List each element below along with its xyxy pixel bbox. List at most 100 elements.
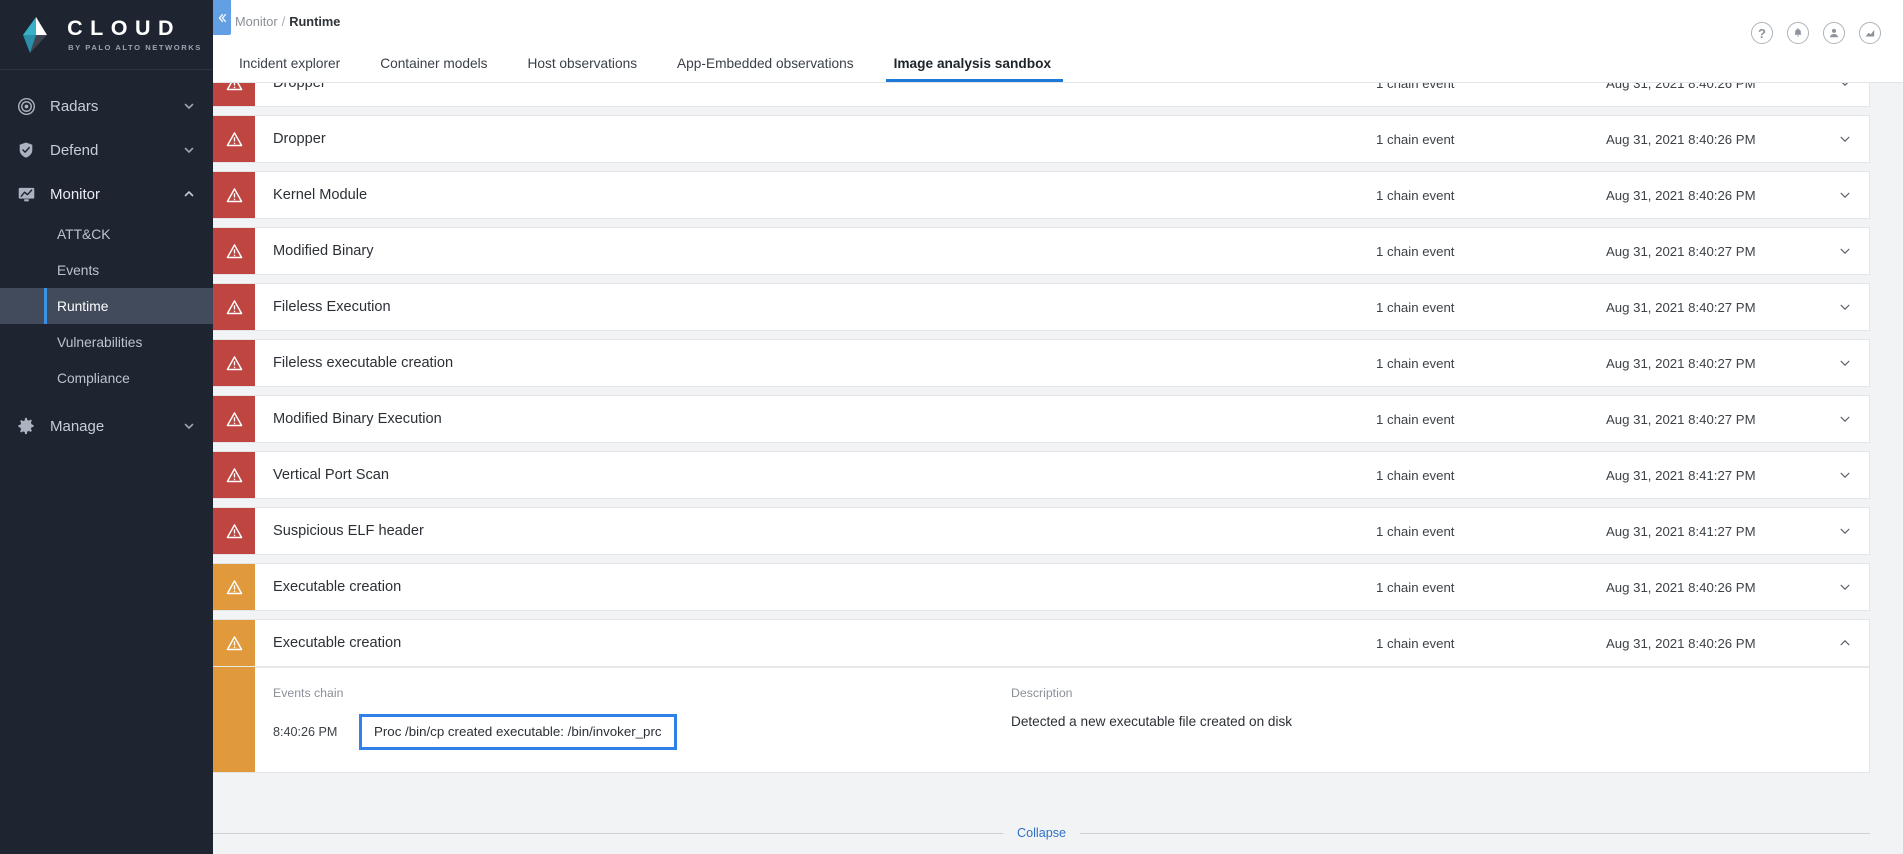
collapse-all-link[interactable]: Collapse [1003, 826, 1080, 840]
severity-indicator-high-continuation [213, 667, 255, 772]
chevron-down-icon[interactable] [1821, 340, 1869, 386]
tab-app-embedded-observations[interactable]: App-Embedded observations [657, 56, 874, 82]
tab-incident-explorer[interactable]: Incident explorer [235, 56, 360, 82]
severity-indicator-critical [213, 284, 255, 330]
table-row-wrapper: Dropper 1 chain event Aug 31, 2021 8:40:… [213, 115, 1870, 163]
severity-indicator-critical [213, 172, 255, 218]
description-label: Description [1011, 686, 1073, 700]
sidebar: CLOUD BY PALO ALTO NETWORKS Radars Defen… [0, 0, 231, 854]
brand-title: CLOUD [67, 16, 182, 41]
shield-icon [16, 140, 36, 160]
breadcrumb-parent[interactable]: Monitor [235, 14, 278, 29]
table-row[interactable]: Fileless Execution 1 chain event Aug 31,… [213, 283, 1870, 331]
sidebar-item-label: Monitor [50, 185, 101, 203]
row-chain-event-count: 1 chain event [1376, 243, 1455, 259]
table-row[interactable]: Dropper 1 chain event Aug 31, 2021 8:40:… [213, 115, 1870, 163]
sidebar-item-runtime[interactable]: Runtime [0, 288, 213, 324]
row-title: Dropper [273, 83, 326, 91]
row-title: Suspicious ELF header [273, 523, 424, 539]
warning-triangle-icon [225, 522, 244, 541]
warning-triangle-icon [225, 634, 244, 653]
row-chain-event-count: 1 chain event [1376, 355, 1455, 371]
table-row[interactable]: Suspicious ELF header 1 chain event Aug … [213, 507, 1870, 555]
notifications-bell-icon[interactable] [1787, 22, 1809, 44]
severity-indicator-critical [213, 396, 255, 442]
table-row[interactable]: Dropper 1 chain event Aug 31, 2021 8:40:… [213, 83, 1870, 107]
chevron-down-icon[interactable] [1821, 284, 1869, 330]
chain-event-node[interactable]: Proc /bin/cp created executable: /bin/in… [359, 714, 677, 750]
row-title: Kernel Module [273, 187, 368, 203]
chevron-down-icon[interactable] [183, 144, 195, 156]
chevron-down-icon[interactable] [1821, 172, 1869, 218]
analytics-icon[interactable] [1859, 22, 1881, 44]
sidebar-item-defend[interactable]: Defend [0, 128, 213, 172]
sidebar-item-vulnerabilities[interactable]: Vulnerabilities [0, 324, 213, 360]
table-row[interactable]: Kernel Module 1 chain event Aug 31, 2021… [213, 171, 1870, 219]
sidebar-item-attck[interactable]: ATT&CK [0, 216, 213, 252]
chevron-down-icon[interactable] [1821, 508, 1869, 554]
sidebar-subitem-label: Runtime [57, 298, 109, 314]
table-row[interactable]: Vertical Port Scan 1 chain event Aug 31,… [213, 451, 1870, 499]
help-icon[interactable]: ? [1751, 22, 1773, 44]
chain-event-time: 8:40:26 PM [273, 725, 338, 739]
prisma-diamond-logo-icon [17, 15, 55, 55]
severity-indicator-critical [213, 340, 255, 386]
top-icon-bar: ? [1751, 22, 1881, 44]
row-detail-body: Events chain 8:40:26 PM Proc /bin/cp cre… [255, 667, 1869, 772]
tab-image-analysis-sandbox[interactable]: Image analysis sandbox [874, 56, 1071, 82]
chevron-down-icon[interactable] [1821, 452, 1869, 498]
chevron-down-icon[interactable] [1821, 83, 1869, 106]
row-timestamp: Aug 31, 2021 8:40:26 PM [1606, 131, 1756, 147]
table-row[interactable]: Modified Binary Execution 1 chain event … [213, 395, 1870, 443]
row-timestamp: Aug 31, 2021 8:40:27 PM [1606, 355, 1756, 371]
table-row[interactable]: Fileless executable creation 1 chain eve… [213, 339, 1870, 387]
warning-triangle-icon [225, 130, 244, 149]
row-timestamp: Aug 31, 2021 8:40:26 PM [1606, 635, 1756, 651]
user-account-icon[interactable] [1823, 22, 1845, 44]
events-chain-item: 8:40:26 PM Proc /bin/cp created executab… [273, 714, 995, 750]
sidebar-item-events[interactable]: Events [0, 252, 213, 288]
chevron-down-icon[interactable] [1821, 564, 1869, 610]
table-row-wrapper: Fileless Execution 1 chain event Aug 31,… [213, 283, 1870, 331]
sidebar-nav: Radars Defend Monitor ATT&CK Events Runt… [0, 70, 213, 448]
chevron-down-icon[interactable] [183, 420, 195, 432]
breadcrumb: Monitor / Runtime [235, 14, 340, 29]
severity-indicator-critical [213, 83, 255, 106]
chevron-up-icon[interactable] [183, 188, 195, 200]
sidebar-item-compliance[interactable]: Compliance [0, 360, 213, 396]
row-chain-event-count: 1 chain event [1376, 467, 1455, 483]
table-row-wrapper: Modified Binary 1 chain event Aug 31, 20… [213, 227, 1870, 275]
sidebar-item-monitor[interactable]: Monitor [0, 172, 213, 216]
app-root: CLOUD BY PALO ALTO NETWORKS Radars Defen… [0, 0, 1903, 854]
description-column: Description Detected a new executable fi… [995, 686, 1869, 750]
breadcrumb-current: Runtime [289, 14, 341, 29]
chevron-up-icon[interactable] [1821, 620, 1869, 666]
row-title: Modified Binary Execution [273, 411, 442, 427]
events-chain-label: Events chain [273, 686, 344, 700]
collapse-all-bar: Collapse [213, 826, 1871, 840]
table-row[interactable]: Modified Binary 1 chain event Aug 31, 20… [213, 227, 1870, 275]
row-title: Executable creation [273, 579, 402, 595]
sidebar-collapse-toggle[interactable] [213, 0, 231, 35]
table-row[interactable]: Executable creation 1 chain event Aug 31… [213, 563, 1870, 611]
severity-indicator-critical [213, 228, 255, 274]
table-row[interactable]: Executable creation 1 chain event Aug 31… [213, 619, 1870, 667]
table-row-wrapper: Modified Binary Execution 1 chain event … [213, 395, 1870, 443]
severity-indicator-critical [213, 508, 255, 554]
sidebar-item-manage[interactable]: Manage [0, 404, 213, 448]
row-chain-event-count: 1 chain event [1376, 83, 1455, 91]
chevron-down-icon[interactable] [1821, 396, 1869, 442]
row-chain-event-count: 1 chain event [1376, 299, 1455, 315]
gear-icon [16, 416, 36, 436]
chevron-down-icon[interactable] [183, 100, 195, 112]
tab-container-models[interactable]: Container models [360, 56, 507, 82]
tab-host-observations[interactable]: Host observations [507, 56, 657, 82]
warning-triangle-icon [225, 578, 244, 597]
chevron-down-icon[interactable] [1821, 116, 1869, 162]
row-timestamp: Aug 31, 2021 8:40:27 PM [1606, 299, 1756, 315]
main-area: Monitor / Runtime Incident explorer Cont… [213, 0, 1903, 854]
chevron-down-icon[interactable] [1821, 228, 1869, 274]
radar-icon [16, 96, 36, 116]
sidebar-item-radars[interactable]: Radars [0, 84, 213, 128]
brand-logo-block[interactable]: CLOUD BY PALO ALTO NETWORKS [0, 0, 213, 70]
